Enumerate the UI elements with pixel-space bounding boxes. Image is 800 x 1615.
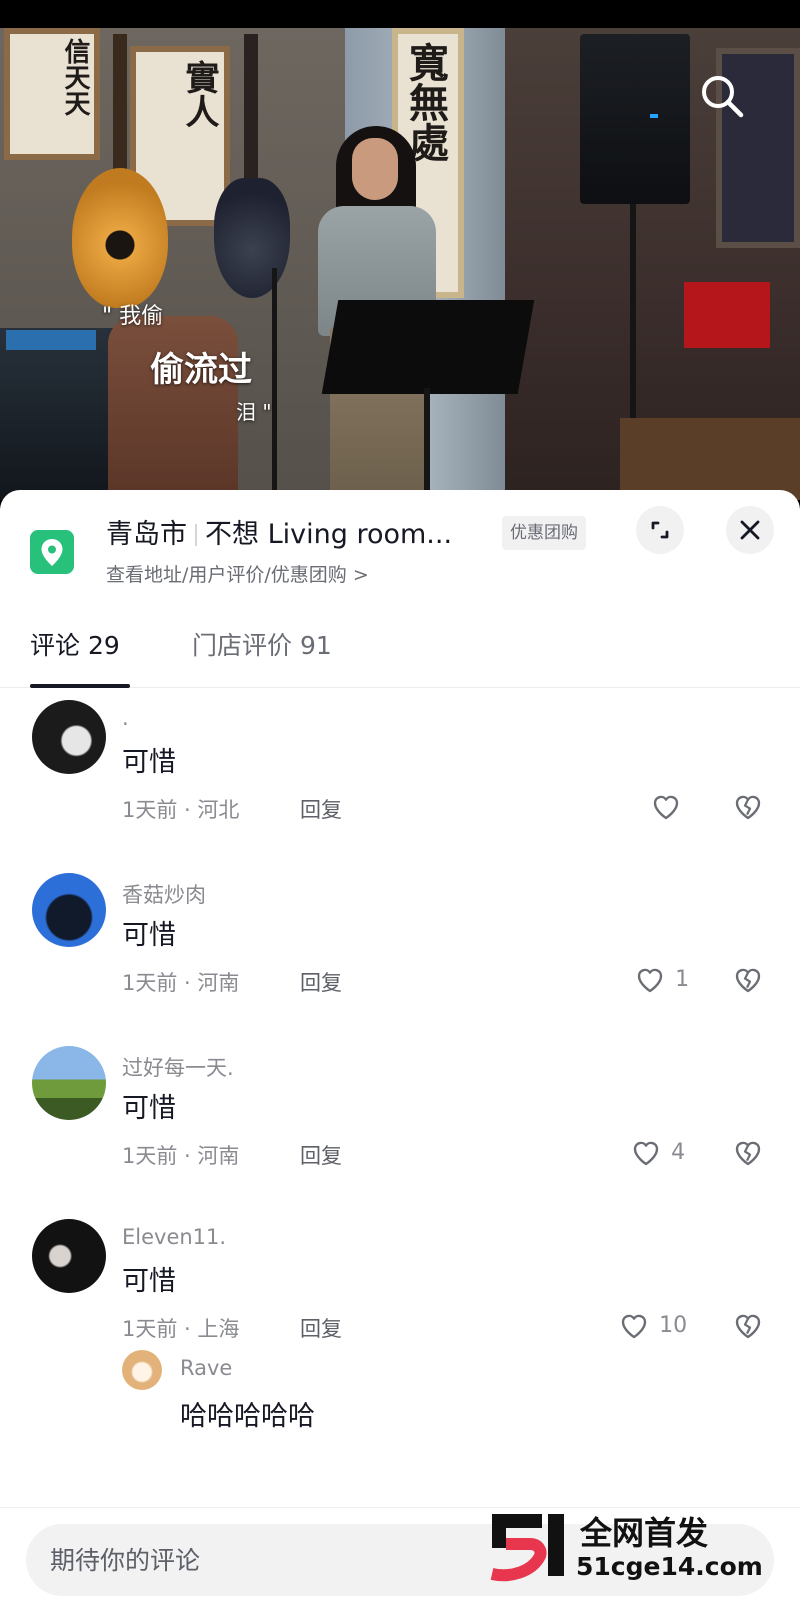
like-button[interactable] <box>648 788 686 828</box>
like-button[interactable]: 10 <box>616 1307 687 1347</box>
mic-stand <box>272 268 277 500</box>
heart-icon <box>633 1141 659 1166</box>
location-pin-icon <box>30 530 74 574</box>
speaker <box>580 34 690 204</box>
music-stand-pole <box>424 388 430 500</box>
expand-button[interactable] <box>636 506 684 554</box>
video-player[interactable]: 信天天 實人 寬無處 " 我偷 偷流过 泪 " <box>0 28 800 500</box>
comment-text: 可惜 <box>122 747 176 778</box>
comment-meta: 1天前 · 上海 <box>122 1317 240 1341</box>
dislike-button[interactable] <box>730 961 770 1001</box>
comment-text: 可惜 <box>122 1093 176 1124</box>
poi-city: 青岛市 <box>106 519 187 550</box>
like-button[interactable]: 4 <box>628 1134 685 1174</box>
close-icon <box>740 520 760 540</box>
tab-store-reviews[interactable]: 门店评价 91 <box>192 626 332 662</box>
poi-title[interactable]: 青岛市 不想 Living room... <box>106 512 452 551</box>
heart-icon <box>653 795 679 820</box>
guitar <box>72 168 168 308</box>
avatar[interactable] <box>32 700 106 774</box>
search-icon <box>702 76 744 118</box>
guitar <box>113 34 127 184</box>
speaker-led <box>650 114 658 118</box>
comment-text: 可惜 <box>122 920 176 951</box>
poi-subtitle-link[interactable]: 查看地址/用户评价/优惠团购 > <box>106 560 369 587</box>
broken-heart-icon <box>735 1141 761 1166</box>
watermark-text: 全网首发 <box>580 1514 709 1552</box>
comment-author[interactable]: Eleven11. <box>122 1225 226 1249</box>
lyric-line: 偷流过 <box>150 350 252 390</box>
comment-tabs: 评论 29 门店评价 91 <box>0 600 800 688</box>
comment-author[interactable]: . <box>122 706 129 730</box>
heart-icon <box>637 968 663 993</box>
watermark-url: 51cge14.com <box>576 1552 763 1581</box>
comment-text: 可惜 <box>122 1266 176 1297</box>
comment-item: 过好每一天. 可惜 1天前 · 河南 回复 4 <box>0 1036 800 1214</box>
comments-sheet: 青岛市 不想 Living room... 查看地址/用户评价/优惠团购 > 优惠… <box>0 490 800 1615</box>
comment-author[interactable]: 香菇炒肉 <box>122 879 206 909</box>
like-count: 10 <box>659 1312 688 1338</box>
like-button[interactable]: 1 <box>632 961 689 1001</box>
reply-author[interactable]: Rave <box>180 1356 232 1380</box>
bass-guitar <box>244 34 258 184</box>
table <box>620 418 800 500</box>
comment-meta: 1天前 · 河南 <box>122 971 240 995</box>
like-count: 1 <box>675 966 690 992</box>
divider <box>195 524 197 546</box>
close-button[interactable] <box>726 506 774 554</box>
comment-item: 香菇炒肉 可惜 1天前 · 河南 回复 1 <box>0 863 800 1041</box>
audio-equipment <box>0 328 120 500</box>
watermark-logo-icon <box>490 1514 564 1582</box>
broken-heart-icon <box>735 1314 761 1339</box>
broken-heart-icon <box>735 968 761 993</box>
reply-button[interactable]: 回复 <box>300 794 342 824</box>
dislike-button[interactable] <box>730 1134 770 1174</box>
watermark: 全网首发 51cge14.com <box>488 1512 788 1602</box>
expand-icon <box>651 521 669 539</box>
search-button[interactable] <box>698 72 746 120</box>
deal-badge[interactable]: 优惠团购 <box>502 516 586 550</box>
comment-item: . 可惜 1天前 · 河北 回复 <box>0 690 800 868</box>
dislike-button[interactable] <box>730 788 770 828</box>
music-stand <box>321 300 535 394</box>
like-count: 4 <box>671 1139 686 1165</box>
avatar[interactable] <box>122 1350 162 1390</box>
active-tab-indicator <box>30 684 130 688</box>
tab-comments[interactable]: 评论 29 <box>30 626 120 662</box>
comment-meta: 1天前 · 河北 <box>122 798 240 822</box>
status-bar <box>0 0 800 28</box>
avatar[interactable] <box>32 873 106 947</box>
bass-guitar <box>214 178 290 298</box>
nested-reply: Rave 哈哈哈哈哈 <box>122 1350 722 1450</box>
poi-header[interactable]: 青岛市 不想 Living room... 查看地址/用户评价/优惠团购 > 优惠… <box>0 490 800 600</box>
lyric-line: " 我偷 <box>102 304 164 329</box>
broken-heart-icon <box>735 795 761 820</box>
reply-text: 哈哈哈哈哈 <box>180 1401 315 1432</box>
poi-name: 不想 Living room... <box>205 519 453 550</box>
heart-icon <box>621 1314 647 1339</box>
reply-button[interactable]: 回复 <box>300 967 342 997</box>
calligraphy-scroll: 信天天 <box>4 28 100 160</box>
comment-meta: 1天前 · 河南 <box>122 1144 240 1168</box>
gift-bag <box>684 282 770 348</box>
dislike-button[interactable] <box>730 1307 770 1347</box>
avatar[interactable] <box>32 1046 106 1120</box>
reply-button[interactable]: 回复 <box>300 1140 342 1170</box>
lyric-line: 泪 " <box>236 400 272 424</box>
equipment-screen <box>6 330 96 350</box>
avatar[interactable] <box>32 1219 106 1293</box>
comment-author[interactable]: 过好每一天. <box>122 1052 234 1082</box>
singer-face <box>352 138 398 200</box>
reply-button[interactable]: 回复 <box>300 1313 342 1343</box>
